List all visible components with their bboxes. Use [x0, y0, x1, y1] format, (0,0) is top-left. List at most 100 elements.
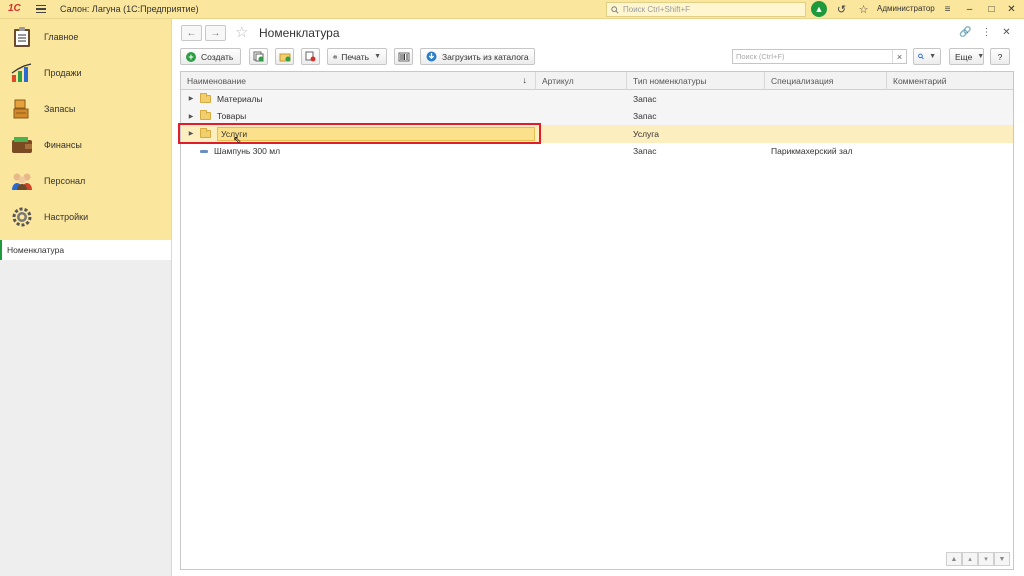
favorite-star-icon[interactable]: ☆ [235, 24, 253, 42]
folder-icon [200, 92, 211, 103]
folder-add-icon [279, 53, 290, 61]
app-title: Салон: Лагуна (1С:Предприятие) [60, 4, 199, 14]
search-icon [611, 5, 619, 14]
list-navigation: ▲ ▴ ▾ ▼ [946, 552, 1010, 566]
form-nomenclature: ← → ☆ Номенклатура 🔗 ⋮ ✕ + Создать Печат… [173, 19, 1024, 576]
gear-icon [10, 205, 34, 229]
table-row-selected[interactable]: ▶ Услуги Услуга [181, 125, 1013, 143]
cell-type: Запас [633, 146, 657, 157]
cell-specialization [765, 90, 887, 108]
column-label: Комментарий [893, 76, 947, 86]
column-label: Специализация [771, 76, 834, 86]
section-label: Главное [44, 32, 79, 42]
catalog-download-icon [426, 51, 437, 62]
section-sales[interactable]: Продажи [0, 55, 171, 91]
clipboard-icon [10, 25, 34, 49]
settings-lines-icon[interactable]: ≡ [940, 2, 955, 17]
cell-type: Запас [627, 107, 765, 125]
column-header-name[interactable]: Наименование ↓ [181, 72, 536, 90]
help-button[interactable]: ? [990, 48, 1010, 65]
people-icon [10, 169, 34, 193]
favorites-star-icon[interactable]: ☆ [856, 2, 871, 17]
cell-article [536, 107, 627, 125]
list-search-input[interactable]: Поиск (Ctrl+F) × [732, 49, 907, 64]
load-from-catalog-button[interactable]: Загрузить из каталога [420, 48, 535, 65]
help-label: ? [997, 51, 1003, 62]
link-icon[interactable]: 🔗 [958, 25, 973, 40]
global-search-placeholder: Поиск Ctrl+Shift+F [623, 5, 691, 14]
column-label: Тип номенклатуры [633, 76, 707, 86]
forward-arrow-icon[interactable]: → [205, 25, 226, 41]
expand-triangle-icon[interactable]: ▶ [187, 130, 195, 137]
nomenclature-table[interactable]: Наименование ↓ Артикул Тип номенклатуры … [180, 71, 1014, 570]
expand-triangle-icon[interactable]: ▶ [187, 95, 195, 102]
section-finance[interactable]: Финансы [0, 127, 171, 163]
title-bar: 1С Салон: Лагуна (1С:Предприятие) Поиск … [0, 0, 1024, 19]
folder-icon [200, 110, 211, 121]
open-window-nomenclature[interactable]: Номенклатура [0, 240, 171, 260]
cell-name: Товары [217, 111, 247, 122]
list-search-placeholder: Поиск (Ctrl+F) [736, 52, 785, 61]
boxes-icon [10, 97, 34, 121]
scroll-up-icon[interactable]: ▴ [962, 552, 978, 566]
app-logo: 1С [8, 3, 21, 14]
cell-article [536, 143, 627, 161]
expand-triangle-icon[interactable]: ▶ [187, 113, 195, 120]
create-button[interactable]: + Создать [180, 48, 241, 65]
user-name[interactable]: Администратор [877, 4, 935, 13]
copy-icon [253, 51, 264, 62]
print-label: Печать [341, 51, 370, 62]
cell-name: Шампунь 300 мл [214, 146, 281, 157]
main-menu-icon[interactable] [36, 2, 50, 16]
column-header-specialization[interactable]: Специализация [765, 72, 887, 90]
table-row[interactable]: ▶ Товары Запас [181, 107, 1013, 125]
scroll-top-icon[interactable]: ▲ [946, 552, 962, 566]
table-row[interactable]: Шампунь 300 мл Запас Парикмахерский зал [181, 143, 1013, 161]
print-button[interactable]: Печать ▼ [327, 48, 387, 65]
section-label: Запасы [44, 104, 76, 114]
barcode-button[interactable] [394, 48, 413, 65]
minimize-icon[interactable]: – [962, 2, 977, 17]
restore-icon[interactable]: □ [984, 2, 999, 17]
global-search-input[interactable]: Поиск Ctrl+Shift+F [606, 2, 806, 17]
more-button[interactable]: Еще ▼ [949, 48, 984, 65]
wallet-icon [10, 133, 34, 157]
cell-name-editing[interactable]: Услуги [217, 126, 535, 141]
item-icon [200, 149, 208, 153]
section-main[interactable]: Главное [0, 19, 171, 55]
clear-search-icon[interactable]: × [892, 50, 906, 63]
more-vertical-icon[interactable]: ⋮ [979, 25, 994, 40]
delete-mark-icon [305, 51, 316, 62]
column-label: Наименование [187, 76, 246, 86]
column-header-article[interactable]: Артикул [536, 72, 627, 90]
create-label: Создать [201, 51, 234, 62]
column-header-type[interactable]: Тип номенклатуры [627, 72, 765, 90]
sections-list: Главное Продажи Запасы Финансы Персонал [0, 19, 171, 240]
cell-type: Услуга [627, 125, 765, 143]
plus-icon: + [186, 51, 196, 62]
create-group-button[interactable] [275, 48, 294, 65]
close-icon[interactable]: ✕ [1004, 2, 1019, 17]
table-row[interactable]: ▶ Материалы Запас [181, 90, 1013, 108]
close-form-icon[interactable]: ✕ [999, 25, 1014, 40]
section-stock[interactable]: Запасы [0, 91, 171, 127]
search-icon [918, 53, 924, 60]
cell-comment [887, 90, 1013, 108]
copy-button[interactable] [249, 48, 268, 65]
column-header-comment[interactable]: Комментарий [887, 72, 1013, 90]
scroll-down-icon[interactable]: ▾ [978, 552, 994, 566]
mark-delete-button[interactable] [301, 48, 320, 65]
section-settings[interactable]: Настройки [0, 199, 171, 235]
section-label: Продажи [44, 68, 82, 78]
search-button[interactable]: ▼ [913, 48, 941, 65]
cell-comment [887, 125, 1013, 143]
sales-chart-icon [10, 61, 34, 85]
notification-bell-icon[interactable]: ▲ [811, 1, 827, 17]
history-icon[interactable]: ↺ [834, 2, 849, 17]
section-label: Персонал [44, 176, 86, 186]
cell-article [536, 90, 627, 108]
scroll-bottom-icon[interactable]: ▼ [994, 552, 1010, 566]
back-arrow-icon[interactable]: ← [181, 25, 202, 41]
section-staff[interactable]: Персонал [0, 163, 171, 199]
load-label: Загрузить из каталога [442, 51, 529, 62]
